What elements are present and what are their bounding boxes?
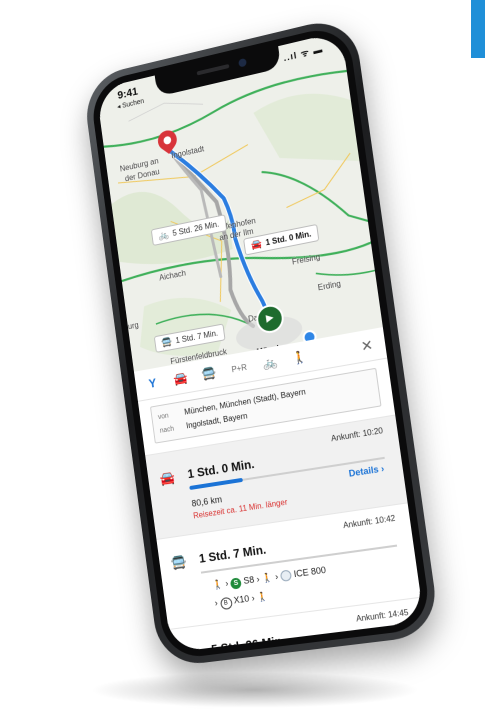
transit-icon: 🚍: [160, 336, 173, 348]
step-separator: ›: [250, 592, 256, 604]
walk-icon: 🚶: [211, 578, 224, 591]
bike-icon: 🚲: [182, 646, 199, 652]
step-separator: ›: [224, 578, 229, 589]
transit-steps-line2: › B X10 › 🚶: [214, 591, 269, 611]
bus-line: X10: [233, 593, 250, 606]
car-icon: 🚘: [250, 238, 263, 251]
result-bike-arrival: Ankunft: 14:45: [355, 607, 410, 624]
step-separator: ›: [274, 571, 279, 582]
from-key: von: [157, 412, 170, 422]
map-view[interactable]: Neuburg an der Donau Ingolstadt Pfaffenh…: [96, 31, 386, 378]
bike-icon[interactable]: 🚲: [261, 354, 278, 371]
walk-icon: 🚶: [256, 590, 269, 603]
ptplus-icon[interactable]: P+R: [229, 362, 249, 374]
stage: 9:41 ◂ Suchen ..ıl ᯤ ▬ Neuburg an der Do…: [0, 0, 485, 715]
car-icon[interactable]: 🚘: [172, 370, 189, 386]
ice-line: ICE 800: [293, 564, 327, 580]
phone-bezel: 9:41 ◂ Suchen ..ıl ᯤ ▬ Neuburg an der Do…: [88, 22, 433, 661]
route-panel: Y 🚘 🚍 P+R 🚲 🚶 ✕ von München, München (St…: [133, 327, 425, 653]
result-bike-duration: 5 Std. 26 Min.: [210, 633, 287, 653]
details-link[interactable]: Details ›: [348, 463, 385, 479]
result-transit-duration: 1 Std. 7 Min.: [198, 542, 267, 566]
result-car-distance: 80,6 km: [191, 494, 223, 509]
walk-icon[interactable]: 🚶: [290, 349, 308, 366]
train-icon: [279, 569, 293, 583]
route-icon[interactable]: Y: [144, 375, 161, 391]
result-car-arrival: Ankunft: 10:20: [330, 425, 384, 444]
to-key: nach: [159, 425, 175, 435]
transit-icon: 🚍: [170, 553, 188, 571]
bus-icon: B: [219, 596, 233, 611]
phone-frame: 9:41 ◂ Suchen ..ıl ᯤ ▬ Neuburg an der Do…: [81, 13, 441, 668]
car-icon: 🚘: [158, 469, 176, 487]
step-separator: ›: [214, 597, 219, 608]
step-separator: ›: [255, 573, 261, 585]
result-transit-arrival: Ankunft: 10:42: [342, 513, 396, 531]
walk-icon: 🚶: [261, 571, 274, 584]
bike-icon: 🚲: [157, 228, 170, 241]
close-icon[interactable]: ✕: [360, 336, 374, 355]
phone-screen: 9:41 ◂ Suchen ..ıl ᯤ ▬ Neuburg an der Do…: [96, 31, 425, 653]
transit-icon[interactable]: 🚍: [200, 365, 217, 381]
sbahn-line: S8: [242, 574, 255, 586]
map-canvas: [96, 31, 386, 378]
sbahn-icon: S: [230, 577, 243, 590]
